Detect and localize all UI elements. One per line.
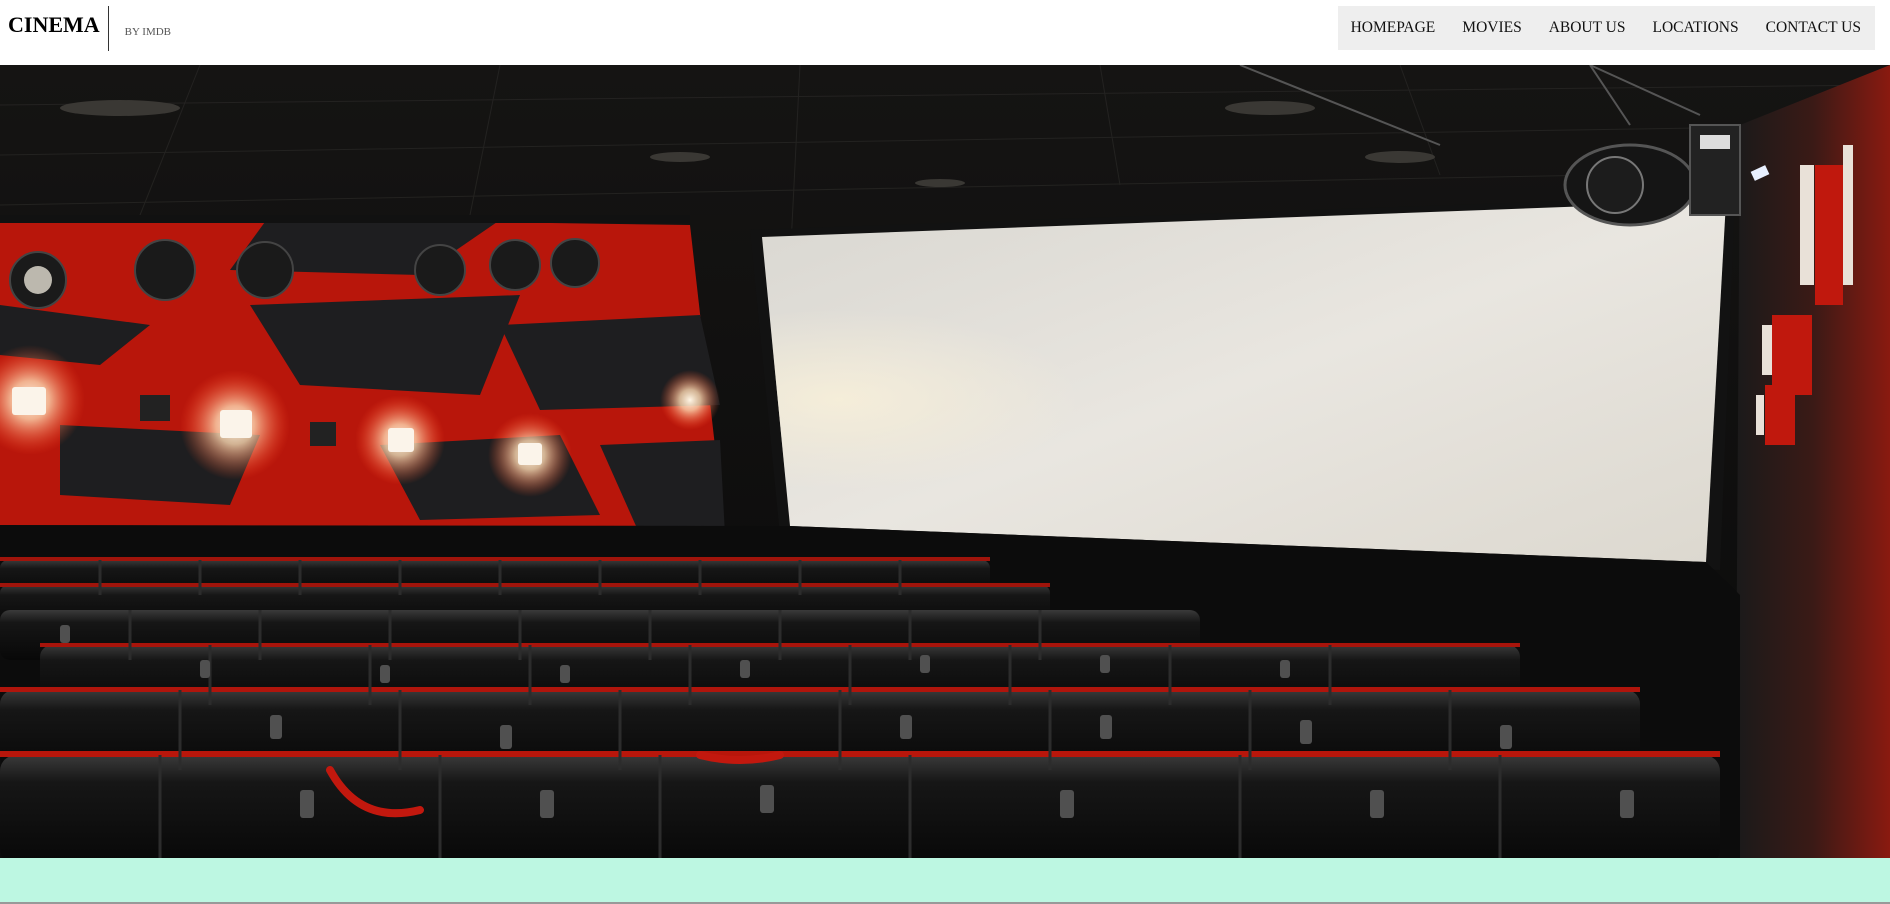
cinema-auditorium-illustration [0,65,1890,858]
main-nav: HOMEPAGE MOVIES ABOUT US LOCATIONS CONTA… [1337,6,1875,50]
nav-item-contact-us[interactable]: CONTACT US [1766,19,1861,37]
nav-item-homepage[interactable]: HOMEPAGE [1351,19,1436,37]
brand-subtitle: BY IMDB [124,26,172,38]
site-header: CINEMA BY IMDB HOMEPAGE MOVIES ABOUT US … [0,0,1890,65]
nav-item-movies[interactable]: MOVIES [1462,19,1521,37]
brand[interactable]: CINEMA BY IMDB [8,6,172,51]
page: CINEMA BY IMDB HOMEPAGE MOVIES ABOUT US … [0,0,1890,904]
nav-item-about-us[interactable]: ABOUT US [1549,19,1626,37]
content-band [0,858,1890,904]
brand-title[interactable]: CINEMA [8,12,100,38]
brand-divider [107,6,109,51]
hero-image [0,65,1890,858]
nav-item-locations[interactable]: LOCATIONS [1653,19,1739,37]
